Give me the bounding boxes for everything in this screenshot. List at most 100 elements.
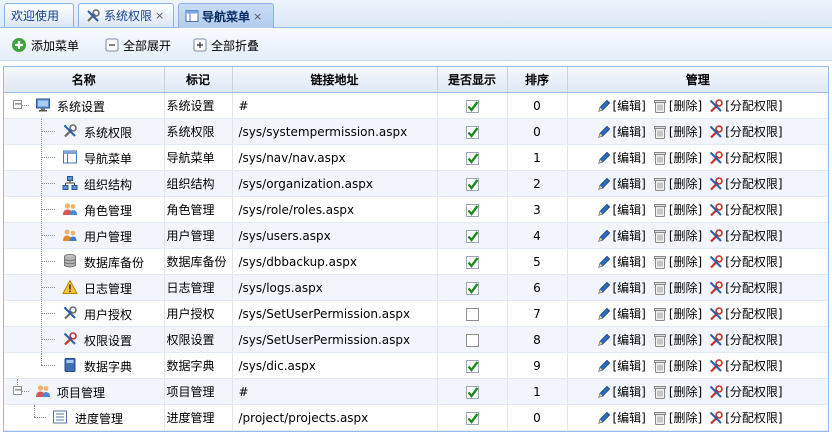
col-header-url[interactable]: 链接地址: [232, 67, 438, 93]
edit-button[interactable]: [编辑]: [596, 331, 646, 348]
cell-name[interactable]: − 系统设置: [4, 92, 165, 119]
tree-expander-icon[interactable]: −: [13, 386, 22, 396]
cell-name[interactable]: 用户授权: [4, 300, 165, 327]
cell-show[interactable]: [437, 326, 508, 353]
edit-button[interactable]: [编辑]: [596, 305, 646, 322]
assign-permission-button[interactable]: [分配权限]: [708, 175, 783, 192]
col-header-label[interactable]: 标记: [164, 67, 233, 93]
delete-button[interactable]: [删除]: [652, 253, 702, 270]
edit-button[interactable]: [编辑]: [596, 279, 646, 296]
cell-show[interactable]: [437, 118, 508, 145]
delete-button[interactable]: [删除]: [652, 409, 702, 426]
delete-button[interactable]: [删除]: [652, 279, 702, 296]
table-row[interactable]: 用户授权 用户授权/sys/SetUserPermission.aspx 7 [编辑]…: [4, 300, 828, 327]
delete-button[interactable]: [删除]: [652, 383, 702, 400]
delete-button[interactable]: [删除]: [652, 97, 702, 114]
delete-button[interactable]: [删除]: [652, 175, 702, 192]
add-menu-button[interactable]: 添加菜单: [11, 36, 79, 54]
trash-icon: [653, 229, 666, 243]
edit-button[interactable]: [编辑]: [596, 201, 646, 218]
tab-close-icon[interactable]: ×: [253, 10, 262, 23]
pencil-icon: [597, 333, 610, 346]
assign-permission-button[interactable]: [分配权限]: [708, 383, 783, 400]
tree-expander-icon[interactable]: −: [13, 100, 22, 110]
edit-button[interactable]: [编辑]: [596, 123, 646, 140]
cell-label: 导航菜单: [164, 144, 233, 171]
assign-permission-button[interactable]: [分配权限]: [708, 97, 783, 114]
table-row[interactable]: 数据库备份 数据库备份/sys/dbbackup.aspx 5 [编辑] [删除] [分配…: [4, 248, 828, 275]
cell-show[interactable]: [437, 352, 508, 379]
tab-nav-menu[interactable]: 导航菜单 ×: [178, 3, 274, 28]
cell-show[interactable]: [437, 222, 508, 249]
assign-permission-button[interactable]: [分配权限]: [708, 305, 783, 322]
table-row[interactable]: 权限设置 权限设置/sys/SetUserPermission.aspx 8 [编辑]…: [4, 326, 828, 353]
cell-name[interactable]: 导航菜单: [4, 144, 165, 171]
edit-button[interactable]: [编辑]: [596, 383, 646, 400]
cell-name[interactable]: 权限设置: [4, 326, 165, 353]
cell-name[interactable]: 系统权限: [4, 118, 165, 145]
checked-icon: [465, 177, 479, 191]
table-row[interactable]: 系统权限 系统权限/sys/systempermission.aspx 0 [编辑][…: [4, 118, 828, 145]
collapse-all-button[interactable]: 全部折叠: [193, 36, 259, 54]
edit-button[interactable]: [编辑]: [596, 409, 646, 426]
cell-show[interactable]: [437, 196, 508, 223]
delete-button[interactable]: [删除]: [652, 149, 702, 166]
tab-welcome[interactable]: 欢迎使用: [4, 3, 74, 27]
assign-permission-button[interactable]: [分配权限]: [708, 331, 783, 348]
cell-show[interactable]: [437, 378, 508, 405]
table-row[interactable]: − 项目管理 项目管理 #1 [编辑] [删除] [分配权限]: [4, 378, 828, 405]
edit-button[interactable]: [编辑]: [596, 97, 646, 114]
col-header-manage[interactable]: 管理: [567, 67, 828, 93]
col-header-name[interactable]: 名称: [4, 67, 165, 93]
table-row[interactable]: 角色管理 角色管理/sys/role/roles.aspx 3 [编辑] [删除] [分配…: [4, 196, 828, 223]
edit-button[interactable]: [编辑]: [596, 227, 646, 244]
cell-show[interactable]: [437, 300, 508, 327]
table-row[interactable]: − 系统设置 系统设置 #0 [编辑] [删除] [分配权限]: [4, 92, 828, 119]
assign-permission-button[interactable]: [分配权限]: [708, 409, 783, 426]
edit-button[interactable]: [编辑]: [596, 357, 646, 374]
assign-permission-button[interactable]: [分配权限]: [708, 253, 783, 270]
cell-name[interactable]: 数据库备份: [4, 248, 165, 275]
assign-permission-button[interactable]: [分配权限]: [708, 149, 783, 166]
assign-permission-button[interactable]: [分配权限]: [708, 279, 783, 296]
edit-button[interactable]: [编辑]: [596, 175, 646, 192]
cell-name[interactable]: 用户管理: [4, 222, 165, 249]
tab-system-permission[interactable]: 系统权限 ×: [78, 3, 174, 27]
expand-all-button[interactable]: 全部展开: [105, 36, 171, 54]
delete-button[interactable]: [删除]: [652, 201, 702, 218]
delete-button[interactable]: [删除]: [652, 227, 702, 244]
cell-name[interactable]: − 项目管理: [4, 378, 165, 405]
edit-button[interactable]: [编辑]: [596, 253, 646, 270]
assign-permission-button[interactable]: [分配权限]: [708, 357, 783, 374]
trash-icon: [653, 125, 666, 139]
cell-name[interactable]: 数据字典: [4, 352, 165, 379]
table-row[interactable]: 数据字典 数据字典/sys/dic.aspx 9 [编辑] [删除] [分配权限]: [4, 352, 828, 379]
cell-show[interactable]: [437, 92, 508, 119]
table-row[interactable]: 组织结构 组织结构/sys/organization.aspx 2 [编辑] [删除][…: [4, 170, 828, 197]
cell-show[interactable]: [437, 248, 508, 275]
cell-show[interactable]: [437, 144, 508, 171]
delete-button[interactable]: [删除]: [652, 331, 702, 348]
edit-button[interactable]: [编辑]: [596, 149, 646, 166]
tree-node-label: 系统设置: [57, 100, 106, 114]
cell-show[interactable]: [437, 274, 508, 301]
col-header-show[interactable]: 是否显示: [437, 67, 508, 93]
cell-sort: 8: [507, 326, 568, 353]
cell-name[interactable]: 组织结构: [4, 170, 165, 197]
tree-node-label: 角色管理: [84, 204, 133, 218]
delete-button[interactable]: [删除]: [652, 123, 702, 140]
table-row[interactable]: 日志管理 日志管理/sys/logs.aspx 6 [编辑] [删除] [分配权限]: [4, 274, 828, 301]
col-header-sort[interactable]: 排序: [507, 67, 568, 93]
edit-label: [编辑]: [612, 385, 646, 399]
delete-button[interactable]: [删除]: [652, 357, 702, 374]
assign-permission-button[interactable]: [分配权限]: [708, 201, 783, 218]
table-row[interactable]: 导航菜单 导航菜单/sys/nav/nav.aspx 1 [编辑] [删除] [分配权限]: [4, 144, 828, 171]
cell-name[interactable]: 日志管理: [4, 274, 165, 301]
assign-permission-button[interactable]: [分配权限]: [708, 123, 783, 140]
tab-close-icon[interactable]: ×: [155, 9, 164, 22]
cell-show[interactable]: [437, 170, 508, 197]
assign-permission-button[interactable]: [分配权限]: [708, 227, 783, 244]
delete-button[interactable]: [删除]: [652, 305, 702, 322]
cell-name[interactable]: 角色管理: [4, 196, 165, 223]
table-row[interactable]: 用户管理 用户管理/sys/users.aspx 4 [编辑] [删除] [分配权限]: [4, 222, 828, 249]
